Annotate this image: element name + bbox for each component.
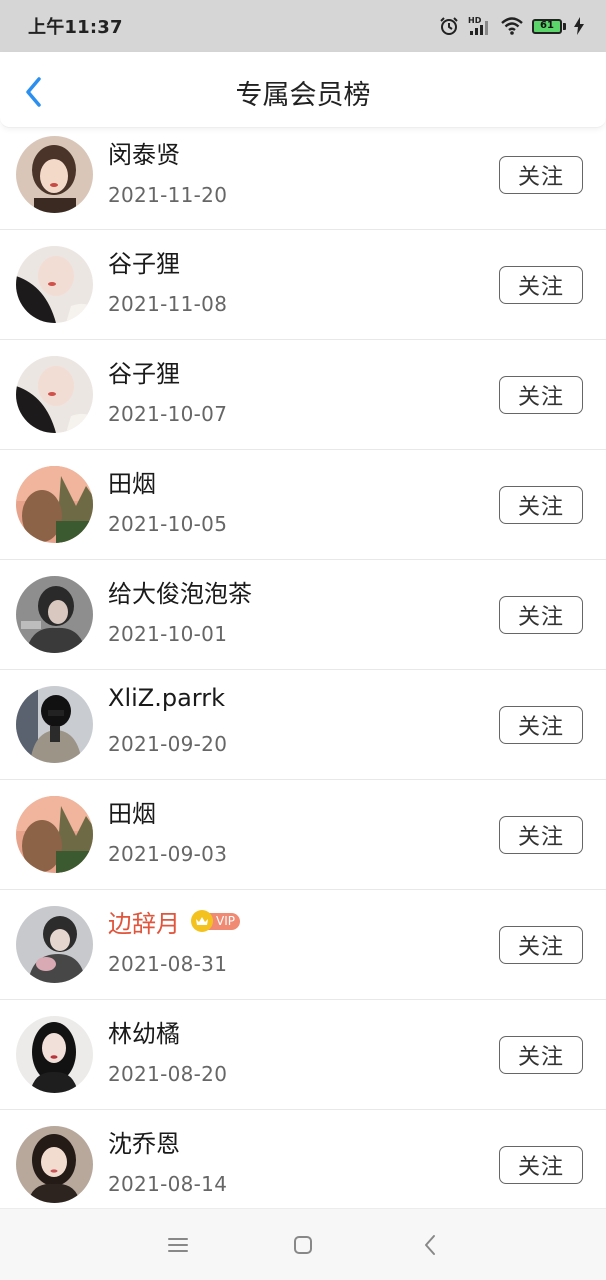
avatar[interactable]	[16, 466, 93, 543]
member-name: XliZ.parrk	[108, 684, 225, 712]
avatar[interactable]	[16, 576, 93, 653]
wifi-icon	[500, 16, 524, 36]
follow-button[interactable]: 关注	[499, 156, 583, 194]
back-icon	[425, 1235, 435, 1255]
avatar[interactable]	[16, 246, 93, 323]
avatar[interactable]	[16, 796, 93, 873]
list-item[interactable]: 林幼橘 2021-08-20 关注	[0, 1000, 606, 1110]
list-item[interactable]: 边辞月 VIP 2021-08-31 关注	[0, 890, 606, 1000]
vip-badge: VIP	[191, 910, 240, 932]
avatar[interactable]	[16, 1126, 93, 1203]
list-item[interactable]: 田烟 2021-09-03 关注	[0, 780, 606, 890]
svg-text:HD: HD	[468, 16, 482, 25]
member-date: 2021-10-05	[108, 512, 228, 536]
list-item[interactable]: 谷子狸 2021-11-08 关注	[0, 230, 606, 340]
member-name: 沈乔恩	[108, 1130, 180, 1158]
list-item[interactable]: 给大俊泡泡茶 2021-10-01 关注	[0, 560, 606, 670]
member-date: 2021-08-31	[108, 952, 228, 976]
nav-back-button[interactable]	[412, 1227, 448, 1263]
follow-button[interactable]: 关注	[499, 816, 583, 854]
avatar[interactable]	[16, 356, 93, 433]
status-bar: 上午11:37 HD 61	[0, 0, 606, 52]
member-date: 2021-09-03	[108, 842, 228, 866]
list-item[interactable]: 田烟 2021-10-05 关注	[0, 450, 606, 560]
member-date: 2021-11-20	[108, 183, 228, 207]
follow-button[interactable]: 关注	[499, 1036, 583, 1074]
status-icons: HD 61	[438, 15, 584, 37]
status-time: 上午11:37	[28, 17, 123, 38]
list-item[interactable]: 谷子狸 2021-10-07 关注	[0, 340, 606, 450]
home-button[interactable]	[285, 1227, 321, 1263]
member-date: 2021-11-08	[108, 292, 228, 316]
menu-icon	[168, 1238, 188, 1252]
member-date: 2021-08-20	[108, 1062, 228, 1086]
system-nav-bar	[0, 1208, 606, 1280]
member-date: 2021-10-01	[108, 622, 228, 646]
list-item[interactable]: 沈乔恩 2021-08-14 关注	[0, 1110, 606, 1220]
avatar[interactable]	[16, 1016, 93, 1093]
list-item[interactable]: 闵泰贤 2021-11-20 关注	[0, 128, 606, 230]
member-date: 2021-09-20	[108, 732, 228, 756]
member-date: 2021-08-14	[108, 1172, 228, 1196]
header-bar: 专属会员榜	[0, 52, 606, 128]
follow-button[interactable]: 关注	[499, 486, 583, 524]
follow-button[interactable]: 关注	[499, 706, 583, 744]
list-item[interactable]: XliZ.parrk 2021-09-20 关注	[0, 670, 606, 780]
member-name: 边辞月	[108, 910, 180, 938]
follow-button[interactable]: 关注	[499, 596, 583, 634]
hd-signal-icon: HD	[468, 15, 492, 37]
avatar[interactable]	[16, 906, 93, 983]
member-name: 林幼橘	[108, 1020, 180, 1048]
member-name: 田烟	[108, 800, 156, 828]
follow-button[interactable]: 关注	[499, 926, 583, 964]
avatar[interactable]	[16, 136, 93, 213]
avatar[interactable]	[16, 686, 93, 763]
follow-button[interactable]: 关注	[499, 266, 583, 304]
member-name: 闵泰贤	[108, 141, 180, 169]
member-name: 给大俊泡泡茶	[108, 580, 252, 608]
member-date: 2021-10-07	[108, 402, 228, 426]
member-name: 谷子狸	[108, 360, 180, 388]
alarm-icon	[438, 15, 460, 37]
member-name: 田烟	[108, 470, 156, 498]
member-name: 谷子狸	[108, 250, 180, 278]
page-title: 专属会员榜	[235, 80, 371, 111]
member-list: 闵泰贤 2021-11-20 关注 谷子狸 2021-11-08 关注 谷子狸 …	[0, 128, 606, 1220]
follow-button[interactable]: 关注	[499, 376, 583, 414]
home-icon	[294, 1236, 312, 1254]
battery-level: 61	[540, 20, 554, 31]
charging-icon	[574, 17, 584, 35]
follow-button[interactable]: 关注	[499, 1146, 583, 1184]
crown-icon	[191, 910, 213, 932]
menu-button[interactable]	[160, 1227, 196, 1263]
battery-icon: 61	[532, 18, 566, 34]
